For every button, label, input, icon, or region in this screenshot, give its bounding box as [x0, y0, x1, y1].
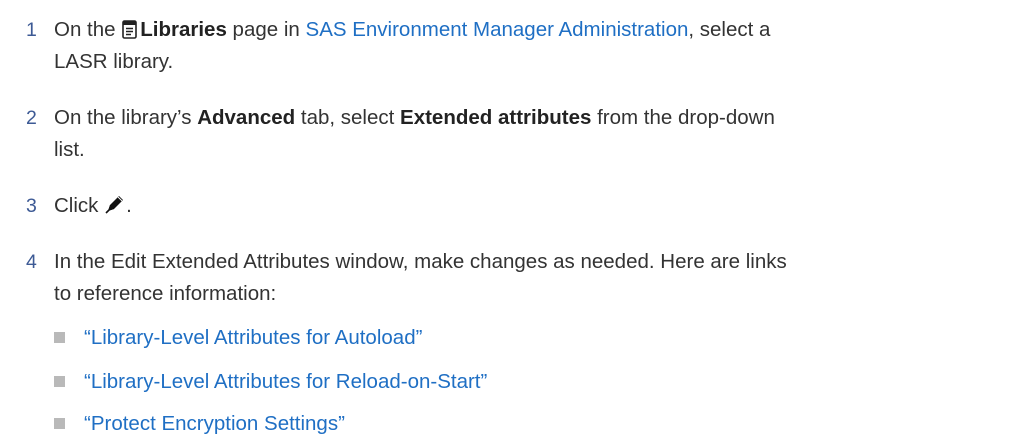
step-text-segment: In the Edit Extended Attributes window, … [54, 250, 787, 273]
extended-attributes-label: Extended attributes [400, 106, 592, 129]
step-text-segment: , select a [688, 18, 771, 41]
step-text-segment: tab, select [295, 106, 401, 129]
sas-environment-manager-link[interactable]: SAS Environment Manager Administration [306, 18, 689, 41]
document-steps: 1 On the Libraries page in SAS Environme… [0, 0, 1018, 446]
step-text-segment: from the drop-down [591, 106, 775, 129]
step-text-segment: Click [54, 194, 105, 217]
step-text: On the library’s Advanced tab, select Ex… [54, 102, 1004, 166]
autoload-attributes-link[interactable]: “Library-Level Attributes for Autoload” [84, 324, 422, 352]
square-bullet-icon [54, 418, 65, 429]
step-number: 3 [26, 195, 37, 217]
step-text-segment: On the [54, 18, 122, 41]
step-number: 1 [26, 19, 37, 41]
step-number: 2 [26, 107, 37, 129]
reload-on-start-attributes-link[interactable]: “Library-Level Attributes for Reload-on-… [84, 368, 487, 396]
edit-pencil-icon [105, 196, 124, 214]
step-text-segment: page in [226, 18, 306, 41]
step-text-segment: to reference information: [54, 282, 277, 305]
advanced-tab-label: Advanced [197, 106, 296, 129]
step-text-segment: On the library’s [54, 106, 198, 129]
step-text: On the Libraries page in SAS Environment… [54, 14, 1004, 78]
libraries-label: Libraries [140, 18, 227, 41]
step-text-segment: LASR library. [54, 50, 174, 73]
step-text: In the Edit Extended Attributes window, … [54, 246, 1004, 310]
step-text-segment: . [126, 194, 132, 217]
protect-encryption-settings-link[interactable]: “Protect Encryption Settings” [84, 410, 345, 438]
step-text-segment: list. [54, 138, 85, 161]
step-number: 4 [26, 251, 37, 273]
step-text: Click . [54, 190, 1004, 222]
square-bullet-icon [54, 376, 65, 387]
square-bullet-icon [54, 332, 65, 343]
libraries-icon [122, 20, 138, 39]
